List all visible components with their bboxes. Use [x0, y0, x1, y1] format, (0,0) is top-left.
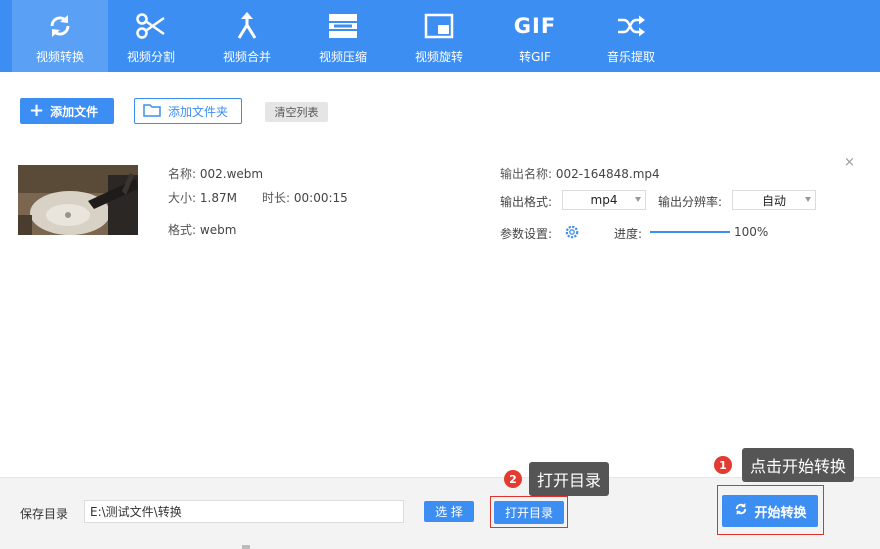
- file-size-row: 大小: 1.87M: [168, 189, 237, 206]
- params-label: 参数设置:: [500, 227, 553, 241]
- file-duration: 00:00:15: [293, 191, 348, 205]
- output-format-value: mp4: [590, 193, 618, 207]
- tab-to-gif[interactable]: GIF 转GIF: [487, 0, 583, 72]
- tab-label: 音乐提取: [606, 50, 655, 64]
- compress-icon: [295, 10, 391, 42]
- output-name-row: 输出名称: 002-164848.mp4: [500, 165, 660, 182]
- rotate-icon: [391, 10, 487, 42]
- close-icon[interactable]: ×: [844, 155, 855, 170]
- chevron-down-icon: [805, 197, 811, 202]
- file-size-label: 大小:: [168, 191, 197, 205]
- tab-label: 视频压缩: [318, 50, 367, 64]
- annotation-badge-2: 2: [504, 470, 522, 488]
- file-format-label: 格式:: [168, 223, 197, 237]
- scissors-icon: [103, 10, 199, 42]
- output-resolution-select[interactable]: 自动: [732, 190, 816, 210]
- file-format: webm: [199, 223, 237, 237]
- gear-icon[interactable]: [564, 224, 580, 240]
- tab-label: 转GIF: [519, 50, 551, 64]
- resize-handle: [242, 545, 250, 549]
- output-name-label: 输出名称:: [500, 167, 553, 181]
- save-dir-label: 保存目录: [20, 507, 69, 521]
- refresh-icon: [12, 10, 108, 42]
- output-resolution-value: 自动: [761, 193, 786, 208]
- tab-video-merge[interactable]: 视频合并: [199, 0, 295, 72]
- chevron-down-icon: [635, 197, 641, 202]
- add-file-button[interactable]: + 添加文件: [20, 98, 114, 124]
- tab-video-rotate[interactable]: 视频旋转: [391, 0, 487, 72]
- file-name-row: 名称: 002.webm: [168, 165, 263, 182]
- output-name[interactable]: 002-164848.mp4: [556, 167, 660, 181]
- plus-icon: +: [29, 100, 45, 121]
- file-format-row: 格式: webm: [168, 221, 236, 238]
- progress-label: 进度:: [614, 227, 643, 241]
- add-folder-button[interactable]: 添加文件夹: [134, 98, 242, 124]
- progress-text: 100%: [734, 225, 769, 239]
- folder-icon: [143, 103, 168, 120]
- tab-music-extract[interactable]: 音乐提取: [583, 0, 679, 72]
- main-toolbar: 视频转换 视频分割 视频合并 视频压缩 视频旋转 GIF 转GIF 音乐提取: [0, 0, 880, 72]
- file-name: 002.webm: [199, 167, 264, 181]
- shuffle-icon: [583, 10, 679, 42]
- annotation-highlight-open-dir: [490, 496, 568, 528]
- file-duration-row: 时长: 00:00:15: [262, 189, 348, 206]
- annotation-highlight-start: [717, 485, 824, 535]
- clear-list-button[interactable]: 清空列表: [265, 102, 328, 122]
- annotation-tip-start: 点击开始转换: [742, 448, 855, 482]
- output-format-select[interactable]: mp4: [562, 190, 646, 210]
- add-file-label: 添加文件: [50, 104, 99, 119]
- annotation-badge-1: 1: [714, 456, 732, 474]
- tab-label: 视频旋转: [414, 50, 463, 64]
- save-dir-input[interactable]: [84, 500, 404, 523]
- gif-icon: GIF: [487, 10, 583, 42]
- tab-video-convert[interactable]: 视频转换: [12, 0, 108, 72]
- progress-bar: [650, 231, 730, 233]
- tab-video-compress[interactable]: 视频压缩: [295, 0, 391, 72]
- annotation-tip-open-dir: 打开目录: [529, 462, 610, 496]
- progress-fill: [650, 231, 730, 233]
- gif-glyph: GIF: [513, 14, 557, 38]
- output-format-label: 输出格式:: [500, 195, 553, 209]
- tab-label: 视频转换: [35, 50, 84, 64]
- tab-label: 视频分割: [126, 50, 175, 64]
- video-thumbnail: [18, 165, 138, 235]
- add-folder-label: 添加文件夹: [168, 104, 229, 119]
- file-size: 1.87M: [199, 191, 237, 205]
- merge-icon: [199, 10, 295, 42]
- tab-video-split[interactable]: 视频分割: [103, 0, 199, 72]
- file-duration-label: 时长:: [262, 191, 291, 205]
- output-resolution-label: 输出分辨率:: [658, 195, 723, 209]
- file-name-label: 名称:: [168, 167, 197, 181]
- tab-label: 视频合并: [222, 50, 271, 64]
- choose-dir-button[interactable]: 选 择: [424, 501, 474, 522]
